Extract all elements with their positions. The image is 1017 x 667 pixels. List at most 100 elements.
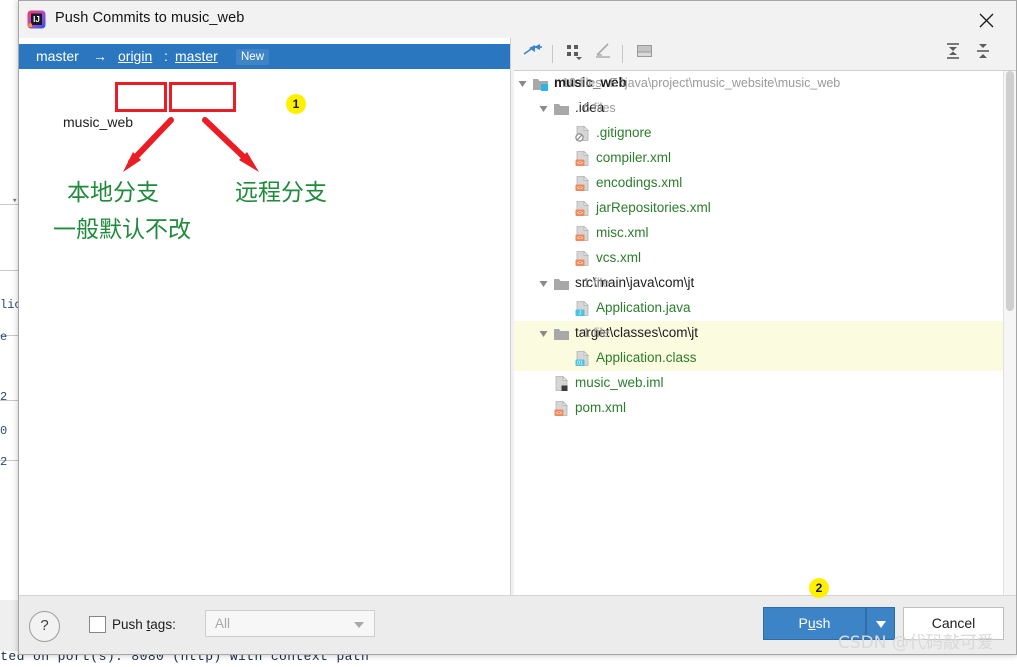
chevron-down-icon [876,621,886,628]
scrollbar-thumb[interactable] [1006,71,1014,311]
tree-row[interactable]: target\classes\com\jt 1 file [514,321,1004,346]
push-target-row[interactable]: master → origin : master New [19,44,510,69]
tree-row-label: compiler.xml [596,150,672,165]
annotation-box-master [169,82,236,112]
annotation-note-local-default: 一般默认不改 [53,217,191,243]
dialog-body: master → origin : master New music_web 1 [19,38,1016,596]
java-file-icon: J [574,300,591,317]
tree-row[interactable]: music_web 10 files E:\java\project\music_w… [514,71,1004,96]
annotation-note-remote-branch: 远程分支 [235,180,327,206]
intellij-idea-icon: IJ [27,10,46,29]
changed-files-tree[interactable]: music_web 10 files E:\java\project\music_w… [514,71,1004,596]
tree-row-label: jarRepositories.xml [596,200,711,215]
annotation-arrow-remote [202,117,259,172]
chevron-down-icon[interactable] [537,327,550,340]
tree-toolbar [514,38,1016,71]
tree-row[interactable]: .idea 6 files [514,96,1004,121]
chevron-down-icon [354,622,364,628]
chevron-down-icon[interactable] [516,77,529,90]
svg-text:<>: <> [577,261,583,267]
xml-file-icon: <> [574,200,591,217]
close-icon [979,13,994,28]
folder-icon [553,325,570,342]
tree-row[interactable]: <> encodings.xml [514,171,1004,196]
tree-row-label: .gitignore [596,125,652,140]
module-folder-icon [532,75,549,92]
tree-row-label: Application.class [596,350,697,365]
annotation-badge-1: 1 [286,94,306,114]
preview-diff-icon[interactable] [635,42,660,66]
dialog-footer: ? Push tags: All Push Cancel [19,595,1016,654]
svg-text:<>: <> [577,161,583,167]
tree-row[interactable]: 01 Application.class [514,346,1004,371]
xml-file-icon: <> [574,175,591,192]
tree-row[interactable]: .gitignore [514,121,1004,146]
tree-row-file-count: 1 file [583,326,610,340]
commit-list-panel: master → origin : master New music_web 1 [19,38,510,596]
tree-row-label: music_web.iml [575,375,664,390]
close-button[interactable] [958,1,1016,38]
expand-all-icon[interactable] [943,42,968,66]
push-tags-checkbox[interactable] [89,616,106,633]
svg-text:<>: <> [556,411,562,417]
dialog-titlebar: IJ Push Commits to music_web [19,1,1016,39]
chevron-down-icon[interactable] [537,277,550,290]
changed-files-panel: music_web 10 files E:\java\project\music_w… [514,38,1016,596]
annotation-badge-2: 2 [809,578,829,598]
tree-row-label: misc.xml [596,225,649,240]
tree-row-file-count: 6 files [583,101,616,115]
push-dropdown-button[interactable] [866,607,895,640]
tree-row[interactable]: <> misc.xml [514,221,1004,246]
annotation-note-local-branch: 本地分支 [67,180,159,206]
branch-separator: : [164,48,168,64]
push-button[interactable]: Push [763,607,866,640]
push-commits-dialog: IJ Push Commits to music_web master → or… [18,0,1017,655]
xml-file-icon: <> [553,400,570,417]
tree-row-label: Application.java [596,300,691,315]
tree-row[interactable]: <> compiler.xml [514,146,1004,171]
tree-row-path: E:\java\project\music_website\music_web [609,76,841,90]
tree-row[interactable]: src\main\java\com\jt 1 file [514,271,1004,296]
svg-text:J: J [579,311,582,317]
collapse-all-icon[interactable] [973,42,998,66]
tree-row[interactable]: J Application.java [514,296,1004,321]
remote-branch-link[interactable]: master [175,48,218,64]
svg-text:<>: <> [577,186,583,192]
class-file-icon: 01 [574,350,591,367]
annotation-arrow-local [123,117,174,172]
xml-file-icon: <> [574,150,591,167]
tree-row[interactable]: <> jarRepositories.xml [514,196,1004,221]
push-tags-label: Push tags: [112,617,176,632]
iml-file-icon [553,375,570,392]
tree-vertical-scrollbar[interactable] [1003,71,1016,596]
local-branch-label: master [36,48,79,64]
svg-text:IJ: IJ [33,15,40,24]
tree-row-label: vcs.xml [596,250,641,265]
group-by-icon[interactable] [565,42,590,66]
dialog-title: Push Commits to music_web [55,10,245,26]
new-branch-badge: New [236,49,270,65]
xml-file-icon: <> [574,225,591,242]
gitignore-file-icon [574,125,591,142]
folder-icon [553,100,570,117]
svg-text:<>: <> [577,236,583,242]
push-tags-value: All [215,616,231,631]
annotation-box-origin [115,82,167,112]
folder-icon [553,275,570,292]
chevron-down-icon[interactable] [537,102,550,115]
tree-row-label: pom.xml [575,400,627,415]
tree-row-file-count: 1 file [583,276,610,290]
edit-icon[interactable] [594,42,619,66]
tree-row[interactable]: music_web.iml [514,371,1004,396]
tree-row-label: encodings.xml [596,175,683,190]
tree-row[interactable]: <> vcs.xml [514,246,1004,271]
svg-text:01: 01 [577,361,583,367]
cancel-button[interactable]: Cancel [903,607,1004,640]
help-button[interactable]: ? [29,611,60,642]
remote-name-link[interactable]: origin [118,48,152,64]
push-tags-select[interactable]: All [205,610,375,637]
collapse-selection-icon[interactable] [523,42,548,66]
tree-row[interactable]: <> pom.xml [514,396,1004,421]
tree-row-file-count: 10 files [562,76,602,90]
arrow-right-icon: → [93,48,107,64]
